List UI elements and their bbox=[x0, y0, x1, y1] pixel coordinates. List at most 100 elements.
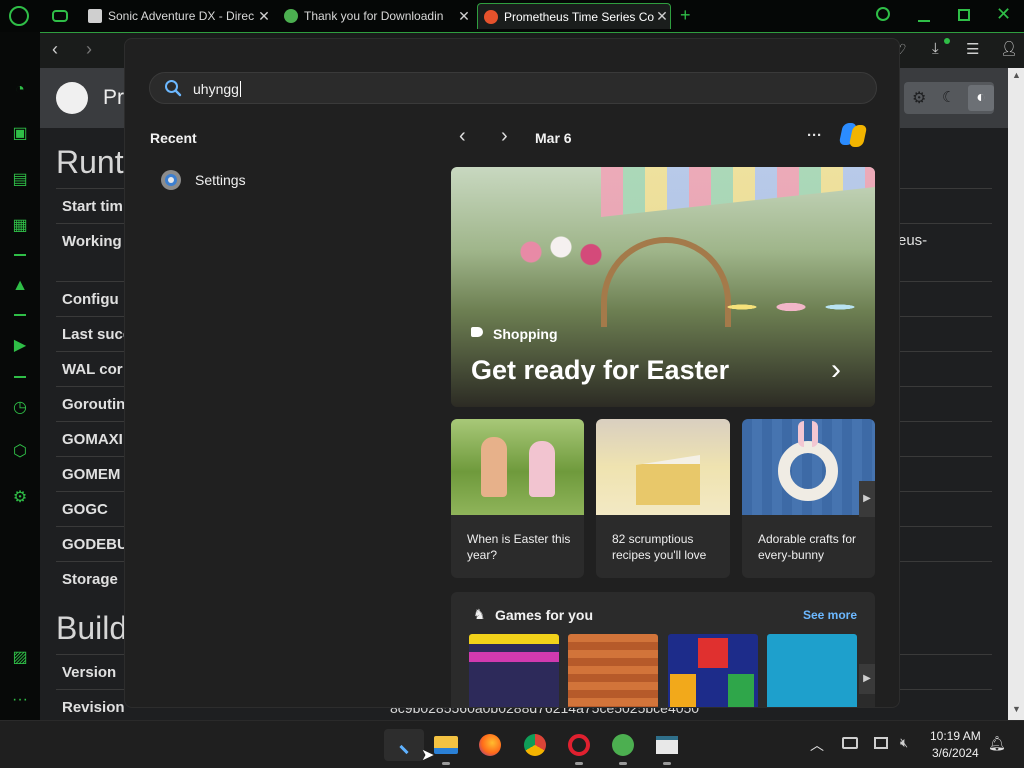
row-key: Start tim bbox=[62, 198, 123, 215]
card-image-cake bbox=[596, 419, 730, 515]
settings-gear-icon bbox=[161, 170, 181, 190]
minimize-icon[interactable] bbox=[918, 20, 930, 22]
dark-theme-icon[interactable]: ☾ bbox=[942, 88, 955, 106]
forward-icon[interactable]: › bbox=[86, 39, 92, 60]
feed-more-button[interactable]: ··· bbox=[807, 127, 822, 144]
running-indicator bbox=[619, 762, 627, 765]
restore-icon[interactable] bbox=[958, 9, 970, 21]
row-key: Configu bbox=[62, 291, 119, 308]
running-indicator bbox=[575, 762, 583, 765]
tab-prometheus[interactable]: Prometheus Time Series Co ✕ bbox=[477, 3, 671, 29]
extensions-cube-icon[interactable]: ⬡ bbox=[10, 442, 30, 462]
tab-title: Thank you for Downloadin bbox=[304, 9, 444, 23]
opera-gx-icon bbox=[568, 734, 590, 756]
search-query-text: uhyngg bbox=[193, 81, 241, 97]
network-disconnected-icon[interactable] bbox=[842, 737, 858, 749]
easy-setup-icon[interactable]: ☰ bbox=[966, 40, 979, 58]
cake-slice bbox=[636, 455, 700, 505]
firefox-icon bbox=[479, 734, 501, 756]
games-see-more-link[interactable]: See more bbox=[803, 608, 857, 622]
search-tabs-icon[interactable] bbox=[876, 7, 890, 21]
running-indicator bbox=[442, 762, 450, 765]
theme-settings-icon[interactable]: ⚙ bbox=[912, 88, 926, 108]
tab-sonic[interactable]: Sonic Adventure DX - Direc ✕ bbox=[82, 3, 272, 29]
card-title: When is Easter this year? bbox=[467, 532, 571, 562]
taskbar-chrome[interactable] bbox=[519, 729, 551, 761]
games-title: Games for you bbox=[495, 607, 594, 623]
close-tab-icon[interactable]: ✕ bbox=[654, 8, 670, 25]
more-icon[interactable]: ··· bbox=[10, 690, 30, 710]
recent-item-settings[interactable]: Settings bbox=[155, 165, 415, 195]
taskbar-firefox[interactable] bbox=[474, 729, 506, 761]
shopping-bag-icon[interactable]: ▣ bbox=[10, 124, 30, 144]
settings-icon[interactable]: ⚙ bbox=[10, 488, 30, 508]
taskbar-search-button[interactable] bbox=[384, 729, 424, 761]
feed-next-button[interactable]: › bbox=[501, 125, 508, 148]
tetris-green-block bbox=[728, 674, 754, 707]
player-icon[interactable]: ▶ bbox=[10, 336, 30, 356]
twitch-icon[interactable]: ▤ bbox=[10, 170, 30, 190]
prometheus-logo-icon[interactable] bbox=[56, 82, 88, 114]
kid-figure-b bbox=[529, 441, 555, 497]
page-scrollbar[interactable]: ▲ ▼ bbox=[1008, 68, 1024, 720]
hero-title: Get ready for Easter bbox=[471, 355, 730, 385]
windows-taskbar: ➤ ︿ 🔇︎ 10:19 AM 3/6/2024 🔔︎ bbox=[0, 720, 1024, 768]
card-recipes[interactable]: 82 scrumptious recipes you'll love bbox=[596, 419, 730, 578]
search-input[interactable]: uhyngg bbox=[149, 72, 877, 104]
games-scroll-right-button[interactable]: ▶ bbox=[859, 664, 875, 694]
feed-prev-button[interactable]: ‹ bbox=[459, 125, 466, 148]
scroll-up-arrow-icon[interactable]: ▲ bbox=[1012, 70, 1021, 80]
profile-icon[interactable]: 👤︎ bbox=[1000, 40, 1018, 57]
runtime-heading: Runt bbox=[56, 144, 124, 180]
close-tab-icon[interactable]: ✕ bbox=[256, 8, 272, 25]
display-icon[interactable] bbox=[874, 737, 888, 749]
taskbar-file-explorer[interactable] bbox=[430, 729, 462, 765]
hero-next-icon[interactable]: › bbox=[831, 353, 841, 387]
copilot-icon[interactable] bbox=[838, 121, 869, 149]
clock-date[interactable]: 3/6/2024 bbox=[932, 746, 979, 760]
wallpaper-icon[interactable]: ▨ bbox=[10, 648, 30, 668]
app-window-icon bbox=[656, 736, 678, 754]
game-thumb-4[interactable] bbox=[767, 634, 857, 707]
card-when-is-easter[interactable]: When is Easter this year? bbox=[451, 419, 584, 578]
taskbar-utorrent[interactable] bbox=[607, 729, 639, 765]
speed-dial-icon[interactable]: ◔ bbox=[10, 80, 30, 100]
gx-corner-icon[interactable]: ▲ bbox=[10, 276, 30, 296]
cards-scroll-right-button[interactable]: ▶ bbox=[859, 481, 875, 517]
recent-item-label: Settings bbox=[195, 172, 246, 188]
clock-time[interactable]: 10:19 AM bbox=[930, 729, 981, 743]
new-tab-button[interactable]: + bbox=[680, 5, 691, 26]
card-title: 82 scrumptious recipes you'll love bbox=[612, 532, 707, 562]
game-thumb-3[interactable] bbox=[668, 634, 758, 707]
gamepad-icon[interactable] bbox=[52, 10, 68, 22]
close-tab-icon[interactable]: ✕ bbox=[456, 8, 472, 25]
close-window-icon[interactable]: ✕ bbox=[996, 4, 1011, 25]
theme-toggle-group: ⚙ ☾ ◐ bbox=[904, 82, 994, 114]
volume-muted-icon[interactable]: 🔇︎ bbox=[900, 735, 908, 751]
tab-title: Sonic Adventure DX - Direc bbox=[108, 9, 255, 23]
tray-overflow-icon[interactable]: ︿ bbox=[810, 735, 824, 755]
games-section: ♞ Games for you See more ▶ bbox=[451, 592, 875, 707]
opera-gx-logo-icon[interactable] bbox=[9, 6, 29, 26]
utorrent-favicon-icon bbox=[284, 9, 298, 23]
hero-tag-label: Shopping bbox=[493, 326, 558, 342]
contrast-theme-icon[interactable]: ◐ bbox=[968, 85, 994, 111]
sidebar-divider bbox=[14, 376, 26, 378]
game-thumb-2[interactable] bbox=[568, 634, 658, 707]
card-crafts[interactable]: Adorable crafts for every-bunny bbox=[742, 419, 875, 578]
history-icon[interactable]: ◷ bbox=[10, 398, 30, 418]
game-thumb-1[interactable] bbox=[469, 634, 559, 707]
notifications-bell-icon[interactable]: 🔔︎ bbox=[988, 735, 1006, 752]
gx-control-icon[interactable]: ▦ bbox=[10, 216, 30, 236]
hero-card-easter[interactable]: Shopping Get ready for Easter › bbox=[451, 167, 875, 407]
tab-thank-you[interactable]: Thank you for Downloadin ✕ bbox=[278, 3, 472, 29]
row-key: Last succ bbox=[62, 326, 132, 343]
taskbar-opera-gx[interactable] bbox=[563, 729, 595, 765]
download-icon[interactable]: ⤓ bbox=[932, 40, 939, 57]
recent-heading: Recent bbox=[150, 130, 197, 146]
hero-eggs-decoration bbox=[721, 287, 861, 327]
taskbar-app-window[interactable] bbox=[651, 729, 683, 765]
back-icon[interactable]: ‹ bbox=[52, 39, 58, 60]
scroll-down-arrow-icon[interactable]: ▼ bbox=[1012, 704, 1021, 714]
wreath bbox=[778, 441, 838, 501]
